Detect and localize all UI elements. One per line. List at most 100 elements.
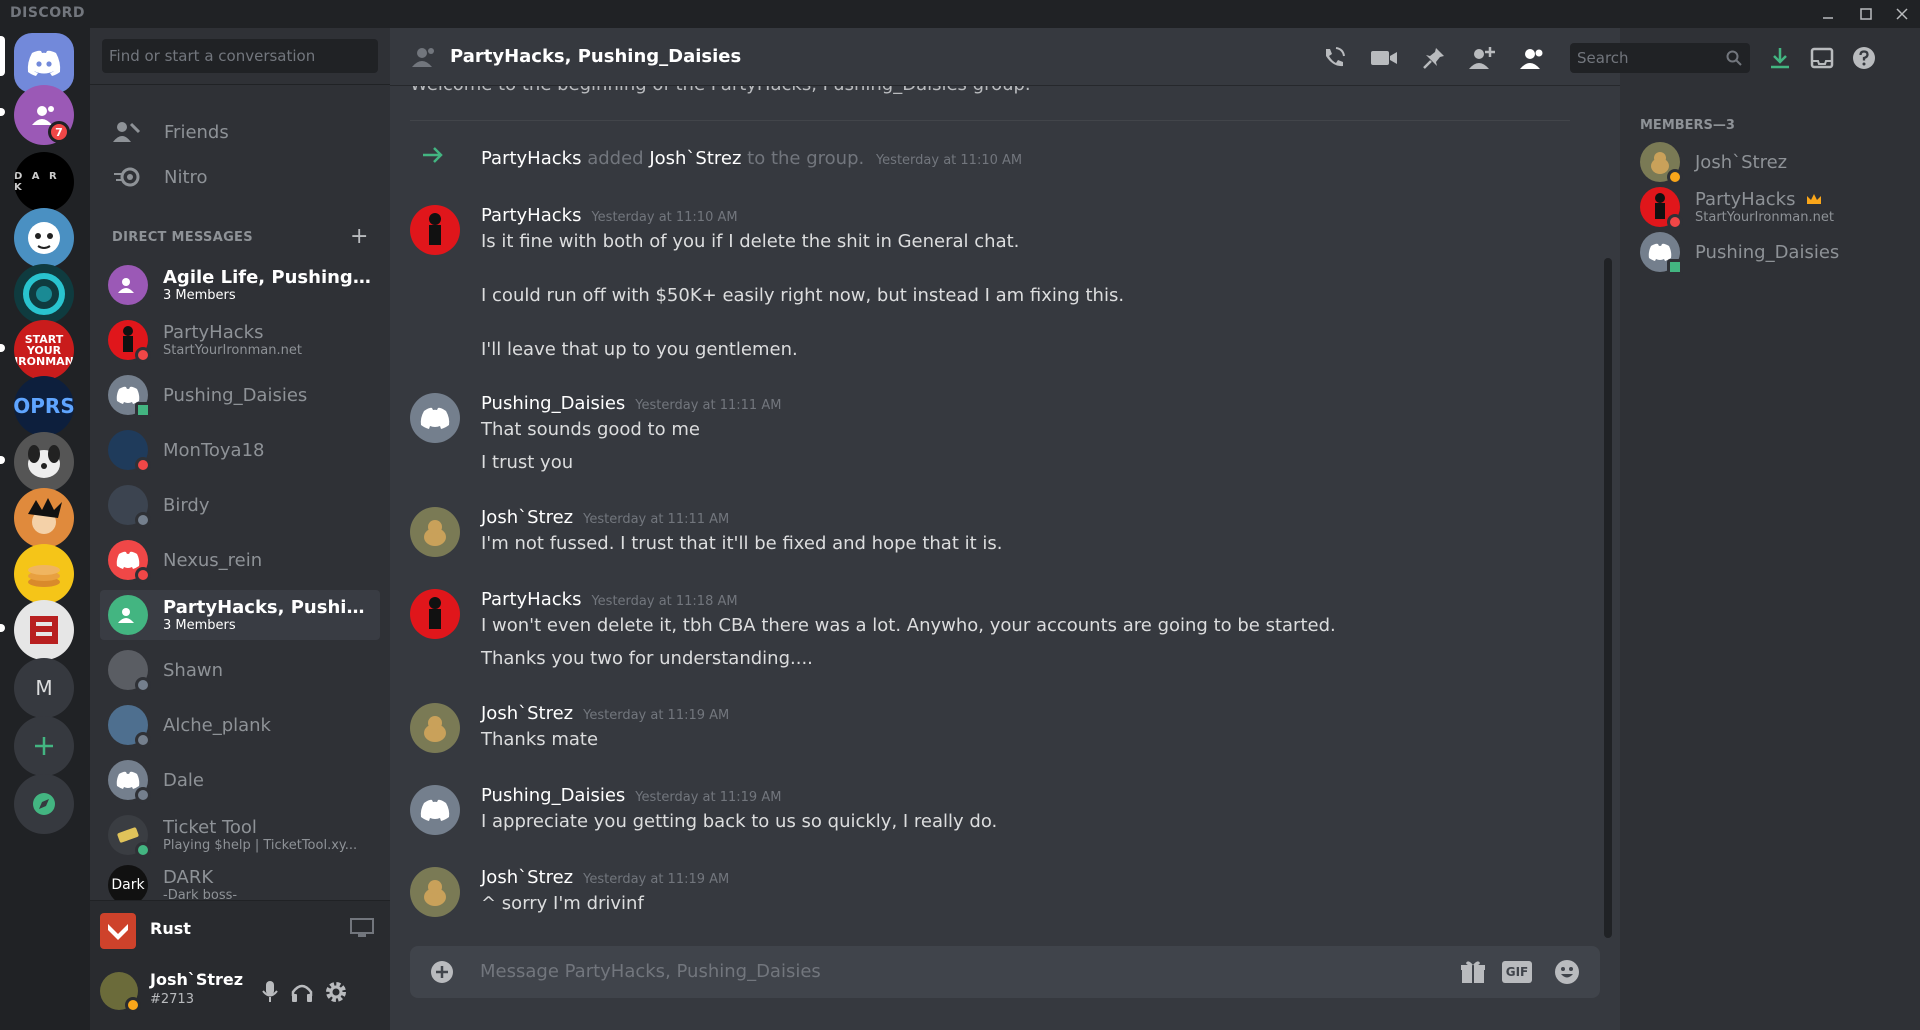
server-red-emblem[interactable] <box>14 600 74 660</box>
dm-item-partyhacks-group[interactable]: PartyHacks, Pushing_...3 Members <box>100 590 380 640</box>
message-avatar[interactable] <box>410 703 460 753</box>
member-item[interactable]: PartyHacks StartYourIronman.net <box>1640 182 1910 232</box>
dm-item-agile-life[interactable]: Agile Life, Pushing_D...3 Members <box>100 260 380 310</box>
pinned-messages-icon[interactable] <box>1420 44 1448 72</box>
gif-button[interactable]: GIF <box>1502 961 1532 983</box>
help-icon[interactable] <box>1850 44 1878 72</box>
gift-icon[interactable] <box>1460 959 1486 989</box>
avatar <box>108 815 151 858</box>
message-author[interactable]: Josh`Strez Yesterday at 11:19 AM <box>481 867 729 888</box>
user-avatar[interactable] <box>100 972 141 1013</box>
message-author[interactable]: Pushing_Daisies Yesterday at 11:11 AM <box>481 393 781 414</box>
server-rail: 7 D A R K START YOUR IRONMAN OPRS M <box>0 28 90 1030</box>
server-anime[interactable] <box>14 488 74 548</box>
offline-status-icon <box>135 677 151 693</box>
server-oprs[interactable]: OPRS <box>14 376 74 436</box>
server-dark[interactable]: D A R K <box>14 152 74 212</box>
upload-plus-icon[interactable] <box>430 960 454 988</box>
chat-scrollbar[interactable] <box>1604 258 1612 938</box>
dm-item-nexus-rein[interactable]: Nexus_rein <box>100 535 380 585</box>
message-author[interactable]: Pushing_Daisies Yesterday at 11:19 AM <box>481 785 781 806</box>
server-mascot[interactable] <box>14 208 74 268</box>
dm-sub: 3 Members <box>163 288 236 303</box>
dm-item-ticket-tool[interactable]: Ticket Tool Playing $help | TicketTool.xy… <box>100 810 380 860</box>
mascot-icon <box>28 222 60 254</box>
dm-item-shawn[interactable]: Shawn <box>100 645 380 695</box>
message-author[interactable]: Josh`Strez Yesterday at 11:19 AM <box>481 703 729 724</box>
dog-icon <box>28 445 60 478</box>
member-list-icon[interactable] <box>1518 44 1546 72</box>
app-brand: DISCORD <box>10 5 85 21</box>
message-input[interactable]: Message PartyHacks, Pushing_Daisies <box>480 961 821 982</box>
message-composer[interactable]: Message PartyHacks, Pushing_Daisies GIF <box>410 946 1600 998</box>
member-item[interactable]: Josh`Strez <box>1640 137 1910 187</box>
dm-item-alche-plank[interactable]: Alche_plank <box>100 700 380 750</box>
message-author[interactable]: PartyHacks Yesterday at 11:18 AM <box>481 589 738 610</box>
download-icon[interactable] <box>1766 44 1794 72</box>
microphone-icon[interactable] <box>260 980 280 1008</box>
headphones-icon[interactable] <box>290 980 314 1008</box>
user-panel: Josh`Strez #2713 <box>90 956 390 1030</box>
ticket-icon <box>117 827 139 843</box>
unread-indicator <box>0 108 5 116</box>
message-avatar[interactable] <box>410 393 460 443</box>
maximize-button[interactable] <box>1848 0 1884 28</box>
maximize-icon <box>1860 8 1872 20</box>
dm-sub: StartYourIronman.net <box>163 343 302 358</box>
activity-panel: Rust <box>90 900 390 956</box>
dm-name: Ticket Tool <box>163 817 257 838</box>
settings-gear-icon[interactable] <box>324 980 348 1008</box>
dm-item-dale[interactable]: Dale <box>100 755 380 805</box>
anime-icon <box>28 498 62 534</box>
group-dm-server[interactable]: 7 <box>14 85 74 145</box>
nav-nitro[interactable]: Nitro <box>100 155 380 199</box>
add-server-button[interactable] <box>14 716 74 776</box>
pancakes-icon <box>28 565 60 587</box>
dm-item-partyhacks[interactable]: PartyHacks StartYourIronman.net <box>100 315 380 365</box>
nav-friends[interactable]: Friends <box>100 110 380 154</box>
minimize-icon <box>1823 17 1833 19</box>
discord-default-avatar-icon <box>420 407 450 429</box>
rust-game-icon <box>100 913 136 949</box>
message-author[interactable]: PartyHacks Yesterday at 11:10 AM <box>481 205 738 226</box>
home-button[interactable] <box>14 33 74 93</box>
plus-icon <box>35 737 53 755</box>
header-search-input[interactable]: Search <box>1570 43 1750 73</box>
server-m[interactable]: M <box>14 658 74 718</box>
avatar <box>1640 187 1683 230</box>
minimize-button[interactable] <box>1810 0 1846 28</box>
chat-title: PartyHacks, Pushing_Daisies <box>450 46 742 67</box>
server-swirl[interactable] <box>14 264 74 324</box>
server-start-your-ironman[interactable]: START YOUR IRONMAN <box>14 320 74 380</box>
add-friends-to-dm-icon[interactable] <box>1468 44 1496 72</box>
dm-item-montoya18[interactable]: MonToya18 <box>100 425 380 475</box>
dm-item-pushing-daisies[interactable]: Pushing_Daisies <box>100 370 380 420</box>
emoji-icon[interactable] <box>1554 959 1580 989</box>
voice-call-icon[interactable] <box>1320 44 1348 72</box>
message-text: I won't even delete it, tbh CBA there wa… <box>481 615 1336 636</box>
dm-sub: Playing $help | TicketTool.xy... <box>163 838 358 853</box>
avatar <box>108 705 151 748</box>
video-call-icon[interactable] <box>1370 44 1398 72</box>
server-pancakes[interactable] <box>14 544 74 604</box>
system-actor[interactable]: PartyHacks <box>481 148 581 169</box>
explore-servers-button[interactable] <box>14 774 74 834</box>
message-author[interactable]: Josh`Strez Yesterday at 11:11 AM <box>481 507 729 528</box>
close-button[interactable] <box>1884 0 1920 28</box>
message-avatar[interactable] <box>410 205 460 255</box>
create-dm-button[interactable]: + <box>350 224 368 249</box>
message-avatar[interactable] <box>410 785 460 835</box>
idle-status-icon <box>125 997 141 1013</box>
message-avatar[interactable] <box>410 867 460 917</box>
dm-search-input[interactable]: Find or start a conversation <box>102 39 378 73</box>
message-avatar[interactable] <box>410 507 460 557</box>
system-target[interactable]: Josh`Strez <box>649 148 741 169</box>
stream-screen-icon[interactable] <box>350 918 374 942</box>
dm-item-dark[interactable]: Dark DARK -Dark boss- <box>100 865 380 905</box>
server-dog[interactable] <box>14 432 74 492</box>
member-item[interactable]: Pushing_Daisies <box>1640 227 1910 277</box>
message-avatar[interactable] <box>410 589 460 639</box>
dm-item-birdy[interactable]: Birdy <box>100 480 380 530</box>
inbox-icon[interactable] <box>1808 44 1836 72</box>
mobile-status-icon <box>135 402 151 418</box>
